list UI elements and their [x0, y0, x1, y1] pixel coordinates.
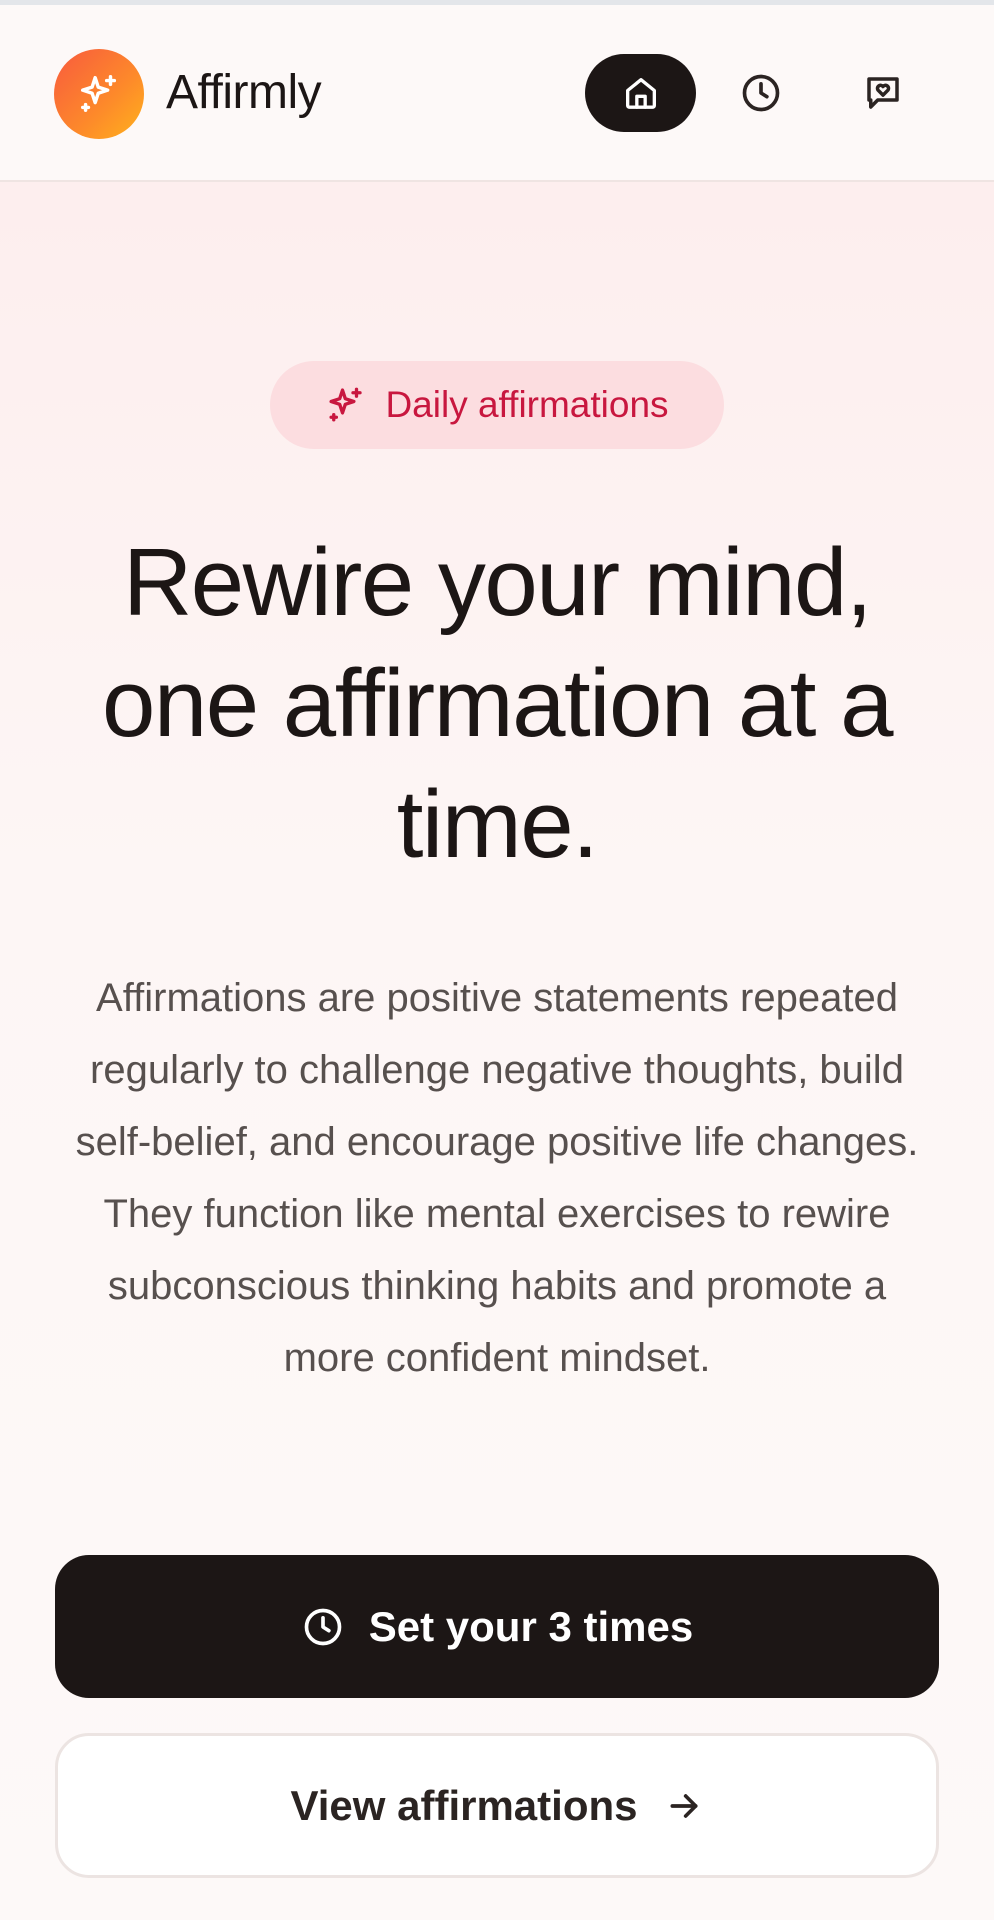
page-headline: Rewire your mind, one affirmation at a t… — [101, 529, 894, 878]
nav-feedback-button[interactable] — [844, 54, 922, 132]
app-name: Affirmly — [166, 66, 322, 119]
daily-affirmations-badge: Daily affirmations — [270, 361, 724, 449]
arrow-right-icon — [664, 1786, 704, 1826]
clock-icon — [301, 1605, 345, 1649]
badge-label: Daily affirmations — [385, 384, 669, 425]
sparkles-icon — [325, 384, 367, 426]
nav-home-button[interactable] — [585, 54, 696, 132]
set-times-button[interactable]: Set your 3 times — [55, 1555, 939, 1698]
nav-history-button[interactable] — [722, 54, 800, 132]
view-affirmations-button[interactable]: View affirmations — [55, 1733, 939, 1878]
message-heart-icon — [862, 72, 904, 114]
set-times-label: Set your 3 times — [368, 1602, 694, 1650]
hero-section: Daily affirmations Rewire your mind, one… — [0, 182, 994, 1920]
clock-icon — [739, 71, 783, 115]
home-icon — [621, 73, 661, 113]
view-affirmations-label: View affirmations — [290, 1781, 638, 1829]
page-description: Affirmations are positive statements rep… — [75, 976, 919, 1380]
app-header: Affirmly — [0, 5, 994, 182]
sparkles-icon — [76, 71, 122, 117]
app-logo[interactable] — [54, 49, 144, 139]
